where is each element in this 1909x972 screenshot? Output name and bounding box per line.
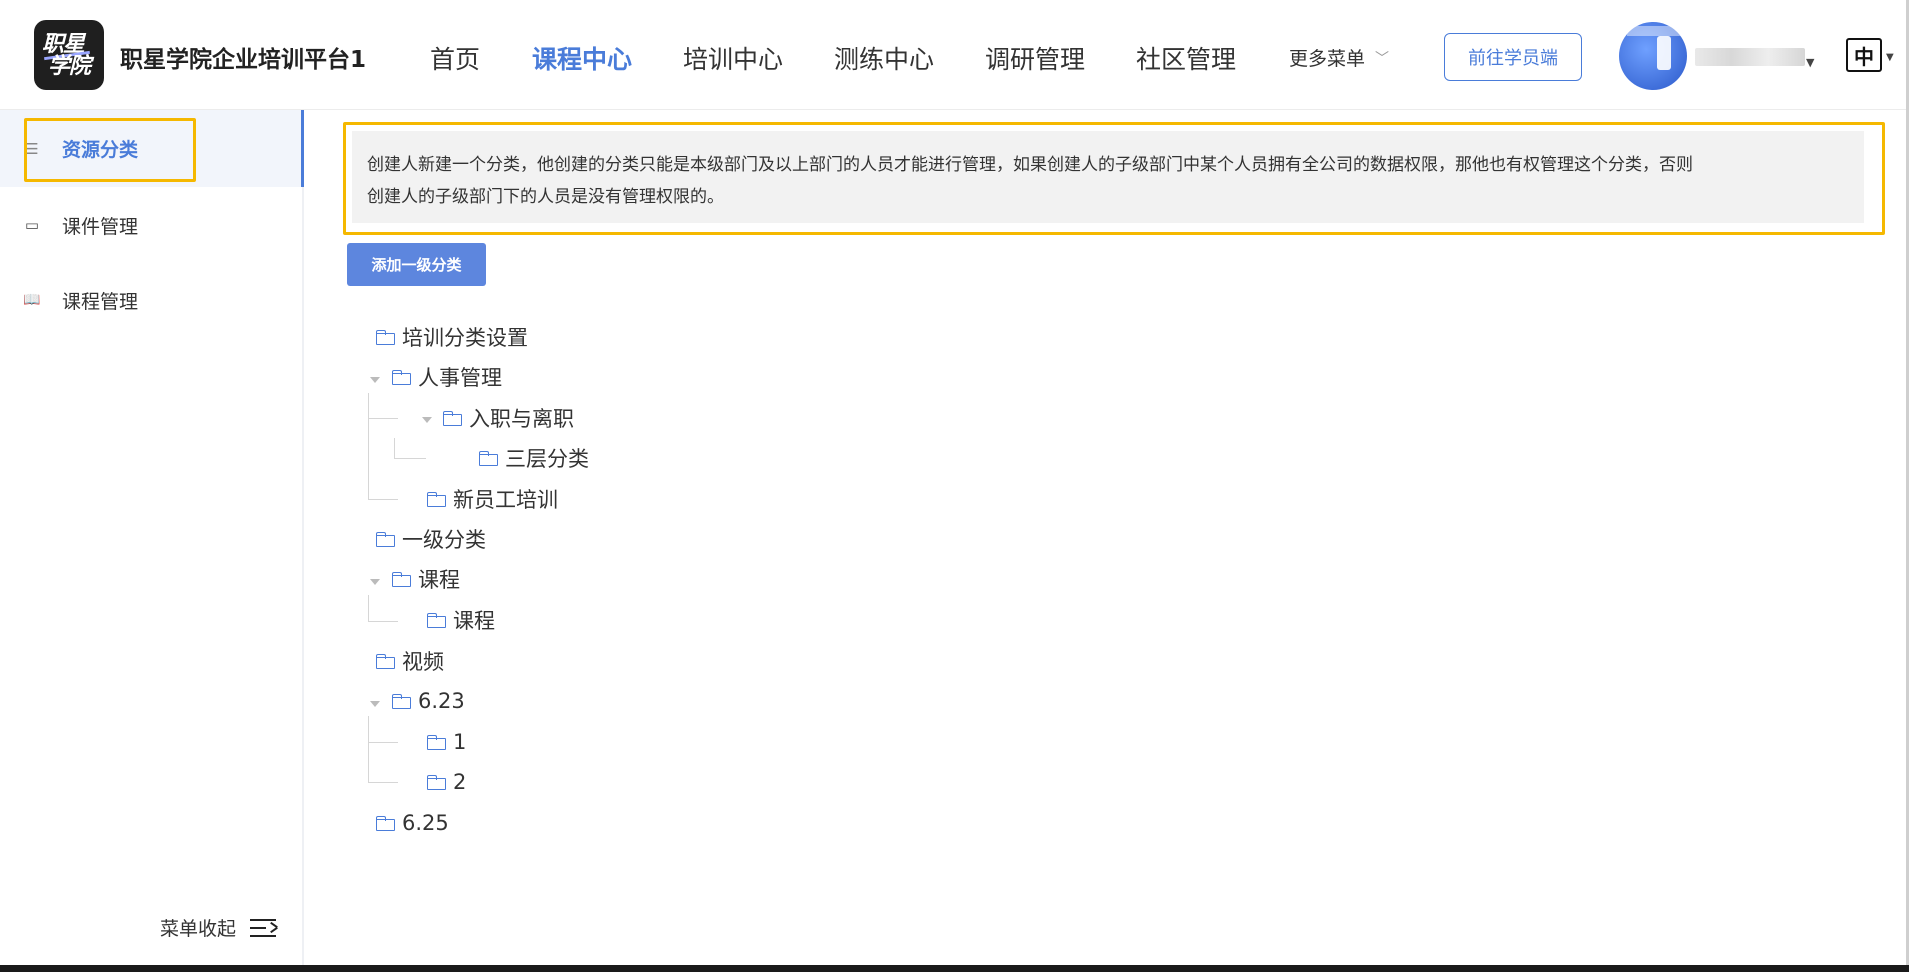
expand-toggle-icon[interactable] [370,377,380,383]
sidebar-item-label: 资源分类 [62,139,139,161]
nav-more-menu[interactable]: 更多菜单 ﹀ [1289,44,1389,71]
folder-icon [427,734,447,750]
top-header: 职星 学院 职星学院企业培训平台1 首页 课程中心 培训中心 测练中心 调研管理… [0,0,1909,110]
sidebar-item-label: 课程管理 [62,290,139,313]
tree-node-label: 人事管理 [418,366,502,390]
nav-home[interactable]: 首页 [430,40,480,76]
expand-toggle-icon[interactable] [422,417,432,423]
tree-line [394,438,395,458]
tree-node-label: 课程 [453,609,495,633]
tree-node-label: 2 [453,770,467,794]
book-icon: 📖 [23,292,41,308]
tree-node-label: 6.25 [402,811,449,835]
folder-icon [376,653,396,669]
tree-node[interactable]: 课程 [427,605,495,635]
tree-node-label: 三层分类 [505,447,589,471]
add-top-level-category-button[interactable]: 添加一级分类 [347,243,486,286]
folder-icon [392,369,412,385]
notice-line-2: 创建人的子级部门下的人员是没有管理权限的。 [367,187,724,207]
tree-node[interactable]: 三层分类 [479,443,589,473]
sidebar: ☰ 资源分类 ▭ 课件管理 📖 课程管理 [0,110,304,965]
platform-title: 职星学院企业培训平台1 [120,47,367,73]
expand-toggle-icon[interactable] [370,701,380,707]
tree-node[interactable]: 新员工培训 [427,484,558,514]
nav-practice-center[interactable]: 测练中心 [834,40,934,76]
nav-community-management[interactable]: 社区管理 [1136,40,1236,76]
nav-training-center[interactable]: 培训中心 [683,40,783,76]
avatar-phone [1657,36,1671,70]
notice-line-1: 创建人新建一个分类，他创建的分类只能是本级部门及以上部门的人员才能进行管理，如果… [367,155,1693,175]
tree-line [368,393,369,499]
menu-collapse-icon [250,917,278,939]
tree-node-label: 培训分类设置 [402,326,528,350]
permission-notice: 创建人新建一个分类，他创建的分类只能是本级部门及以上部门的人员才能进行管理，如果… [352,131,1864,223]
tree-line [368,595,369,621]
tree-node-label: 视频 [402,650,444,674]
folder-icon [376,531,396,547]
folder-icon [392,571,412,587]
sidebar-item-course[interactable]: 📖 课程管理 [0,269,304,331]
nav-survey-management[interactable]: 调研管理 [985,40,1085,76]
courseware-icon: ▭ [24,216,40,234]
logo-text-line2: 学院 [48,54,91,79]
tree-node-label: 入职与离职 [469,407,574,431]
tree-node-label: 1 [453,730,467,754]
tree-line [368,418,398,419]
tree-node[interactable]: 6.25 [376,808,449,838]
tree-node[interactable]: 1 [427,727,466,757]
logo[interactable]: 职星 学院 [34,20,104,90]
folder-icon [427,612,447,628]
tree-line [368,742,398,743]
tree-node-label: 课程 [418,568,460,592]
nav-course-center[interactable]: 课程中心 [532,40,632,76]
sidebar-item-resource-category[interactable]: ☰ 资源分类 [0,110,304,187]
folder-icon [427,491,447,507]
tree-node[interactable]: 视频 [376,646,444,676]
avatar-band [1627,26,1683,36]
user-menu-caret-icon[interactable]: ▼ [1806,56,1814,69]
tree-node[interactable]: 人事管理 [392,362,502,392]
collapse-menu-label: 菜单收起 [160,918,237,940]
tree-node[interactable]: 培训分类设置 [376,322,528,352]
tree-node-label: 6.23 [418,689,465,713]
tree-line [368,782,398,783]
tree-node[interactable]: 一级分类 [376,524,486,554]
tree-line [394,458,426,459]
avatar[interactable] [1619,22,1687,90]
window-bottom-edge [0,965,1909,972]
language-switch[interactable]: 中 [1846,38,1882,72]
tree-node[interactable]: 2 [427,767,466,797]
tree-line [368,499,398,500]
folder-icon [443,410,463,426]
tree-node[interactable]: 入职与离职 [443,403,574,433]
tree-node[interactable]: 课程 [392,564,460,594]
go-to-student-button[interactable]: 前往学员端 [1444,33,1582,81]
language-caret-icon[interactable]: ▼ [1886,52,1894,63]
chevron-down-icon: ﹀ [1375,51,1390,67]
folder-icon [376,329,396,345]
tree-line [368,716,369,782]
list-icon: ☰ [25,139,39,158]
user-name-blurred[interactable] [1695,48,1805,66]
tree-line [368,621,398,622]
tree-node-label: 新员工培训 [453,488,558,512]
collapse-menu-button[interactable]: 菜单收起 [160,914,278,941]
folder-icon [427,774,447,790]
folder-icon [479,450,499,466]
sidebar-item-courseware[interactable]: ▭ 课件管理 [0,194,304,256]
tree-node[interactable]: 6.23 [392,686,465,716]
tree-node-label: 一级分类 [402,528,486,552]
sidebar-item-label: 课件管理 [62,215,139,238]
nav-more-label: 更多菜单 [1289,48,1366,70]
folder-icon [392,693,412,709]
expand-toggle-icon[interactable] [370,579,380,585]
folder-icon [376,815,396,831]
